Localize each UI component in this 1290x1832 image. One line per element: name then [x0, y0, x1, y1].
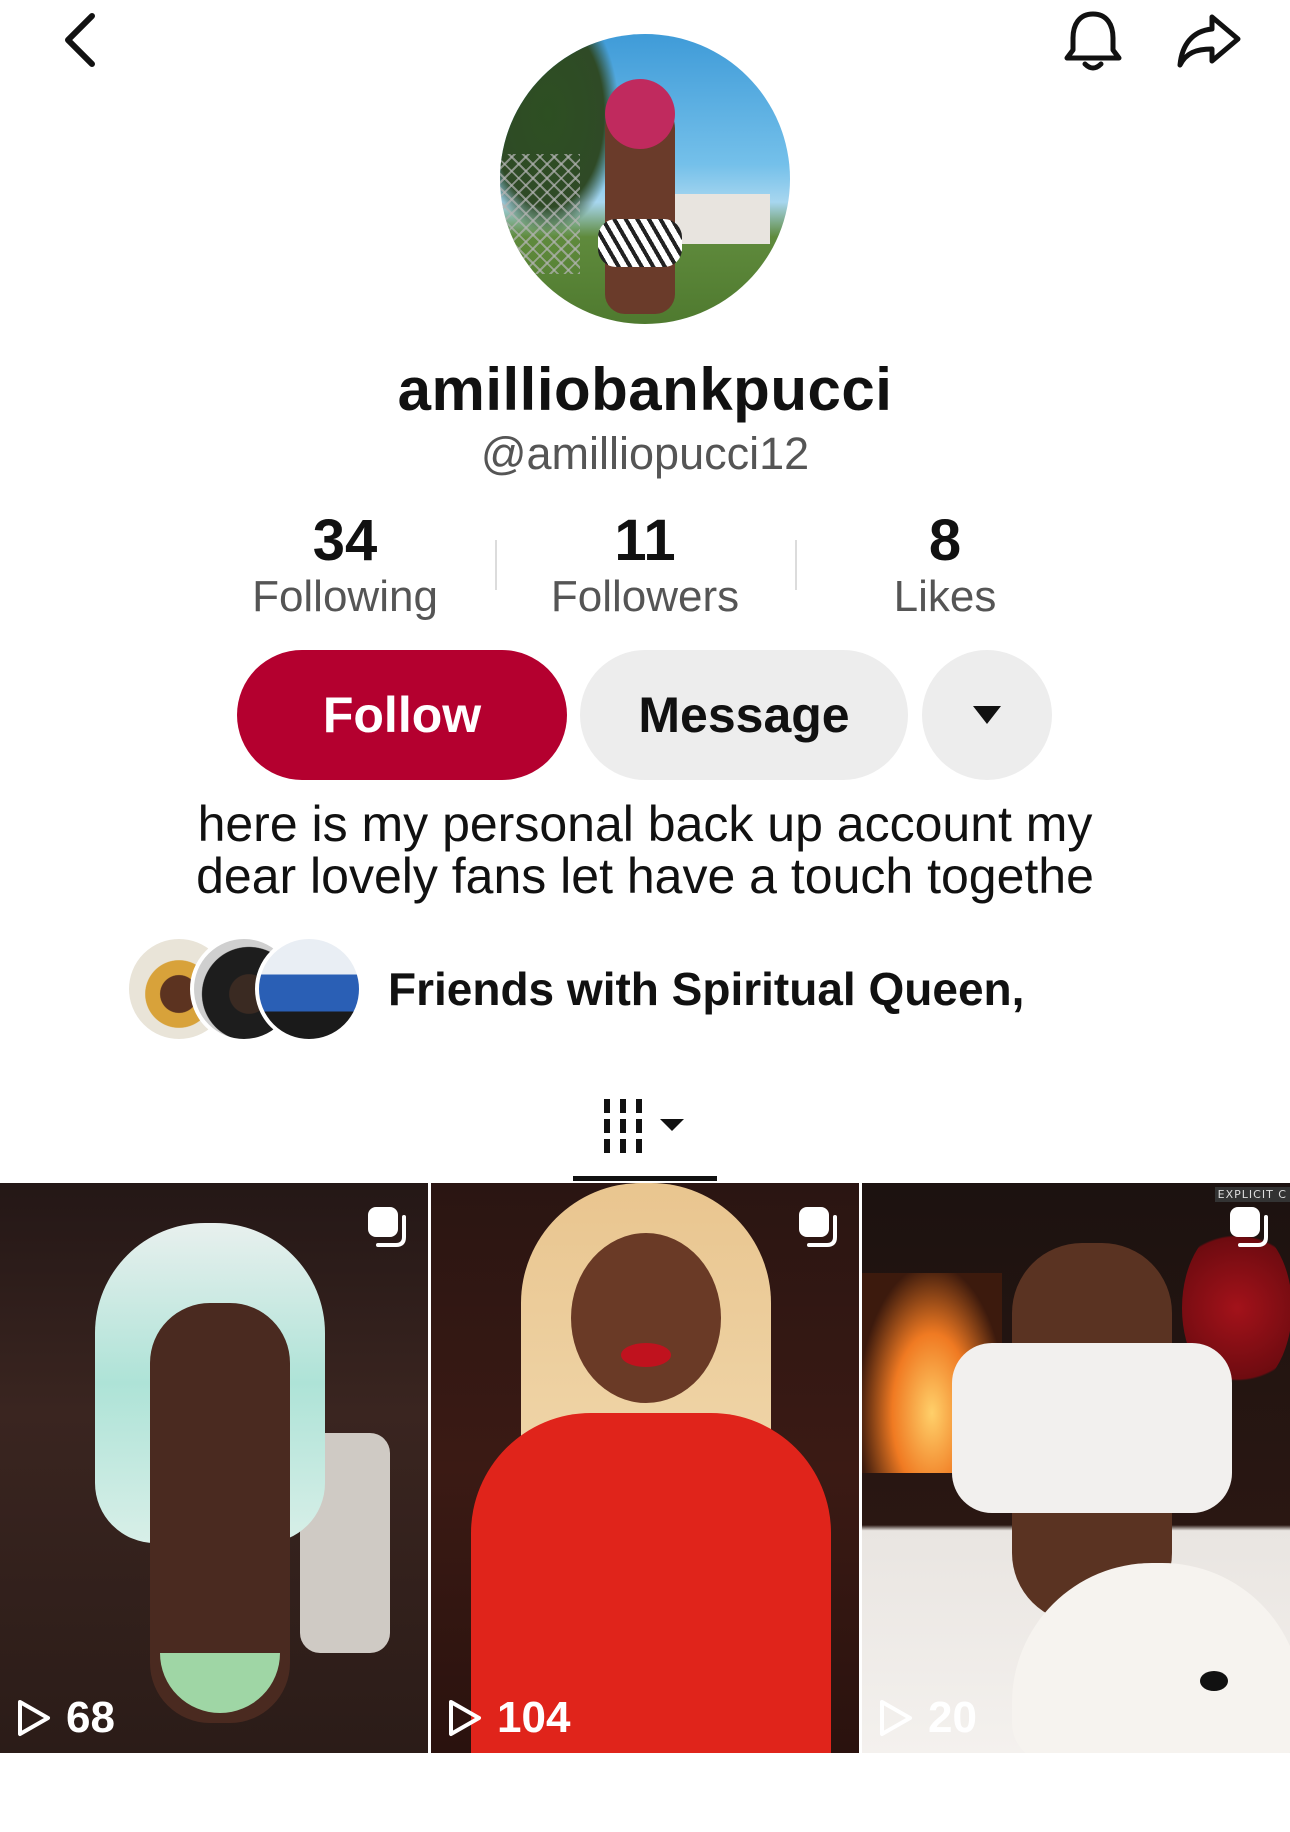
mutual-friends[interactable]: Friends with Spiritual Queen,: [125, 935, 1225, 1045]
avatar-swimsuit: [598, 219, 682, 267]
view-count-value: 68: [66, 1693, 115, 1742]
stat-followers-label: Followers: [550, 572, 740, 621]
mutual-friends-text: Friends with Spiritual Queen,: [388, 963, 1025, 1015]
play-icon: [449, 1700, 481, 1736]
multi-clip-icon: [1228, 1205, 1272, 1249]
videos-grid-icon[interactable]: [600, 1095, 700, 1155]
stat-likes-label: Likes: [893, 572, 997, 621]
stat-likes-count: 8: [928, 508, 962, 573]
display-name: amilliobankpucci: [397, 356, 893, 423]
video-tile[interactable]: 68: [0, 1183, 428, 1753]
profile-stats: 34 Following 11 Followers 8 Likes: [0, 510, 1290, 622]
video-grid: 68 104 EXPLICIT C 20: [0, 1183, 1290, 1753]
view-count: 68: [16, 1693, 115, 1743]
view-count: 104: [447, 1693, 570, 1743]
stat-following[interactable]: 34 Following: [195, 510, 495, 622]
view-count: 20: [878, 1693, 977, 1743]
polar-bear-nose: [1200, 1671, 1228, 1691]
stat-following-label: Following: [252, 572, 438, 621]
caret-down-icon: [973, 706, 1001, 724]
profile-avatar[interactable]: [500, 34, 790, 324]
bell-icon[interactable]: [1058, 6, 1128, 76]
friend-avatar: [255, 935, 363, 1043]
stat-followers-count: 11: [614, 508, 676, 573]
avatar-fence: [500, 154, 580, 274]
active-tab-indicator: [573, 1176, 717, 1181]
follow-button[interactable]: Follow: [237, 650, 567, 780]
multi-clip-icon: [797, 1205, 841, 1249]
video-tile[interactable]: EXPLICIT C 20: [862, 1183, 1290, 1753]
back-chevron-icon[interactable]: [50, 10, 110, 70]
view-count-value: 104: [497, 1693, 571, 1742]
avatar-hair: [605, 79, 675, 149]
username-handle: @amilliopucci12: [480, 428, 810, 479]
stats-divider: [795, 540, 797, 590]
content-tabs: [0, 1090, 1290, 1181]
thumbnail-figure-face: [571, 1233, 721, 1403]
stat-likes[interactable]: 8 Likes: [795, 510, 1095, 622]
more-options-button[interactable]: [922, 650, 1052, 780]
bio-text: here is my personal back up account my d…: [196, 796, 1094, 904]
play-icon: [18, 1700, 50, 1736]
thumbnail-figure-jacket: [952, 1343, 1232, 1513]
profile-bio: here is my personal back up account my d…: [0, 798, 1290, 902]
stats-divider: [495, 540, 497, 590]
stat-followers[interactable]: 11 Followers: [495, 510, 795, 622]
stat-following-count: 34: [312, 508, 378, 573]
video-tile[interactable]: 104: [431, 1183, 859, 1753]
share-arrow-icon[interactable]: [1172, 6, 1246, 76]
view-count-value: 20: [928, 1693, 977, 1742]
message-button[interactable]: Message: [580, 650, 908, 780]
thumbnail-figure-lips: [621, 1343, 671, 1367]
explicit-badge: EXPLICIT C: [1214, 1187, 1290, 1202]
multi-clip-icon: [366, 1205, 410, 1249]
play-icon: [880, 1700, 912, 1736]
